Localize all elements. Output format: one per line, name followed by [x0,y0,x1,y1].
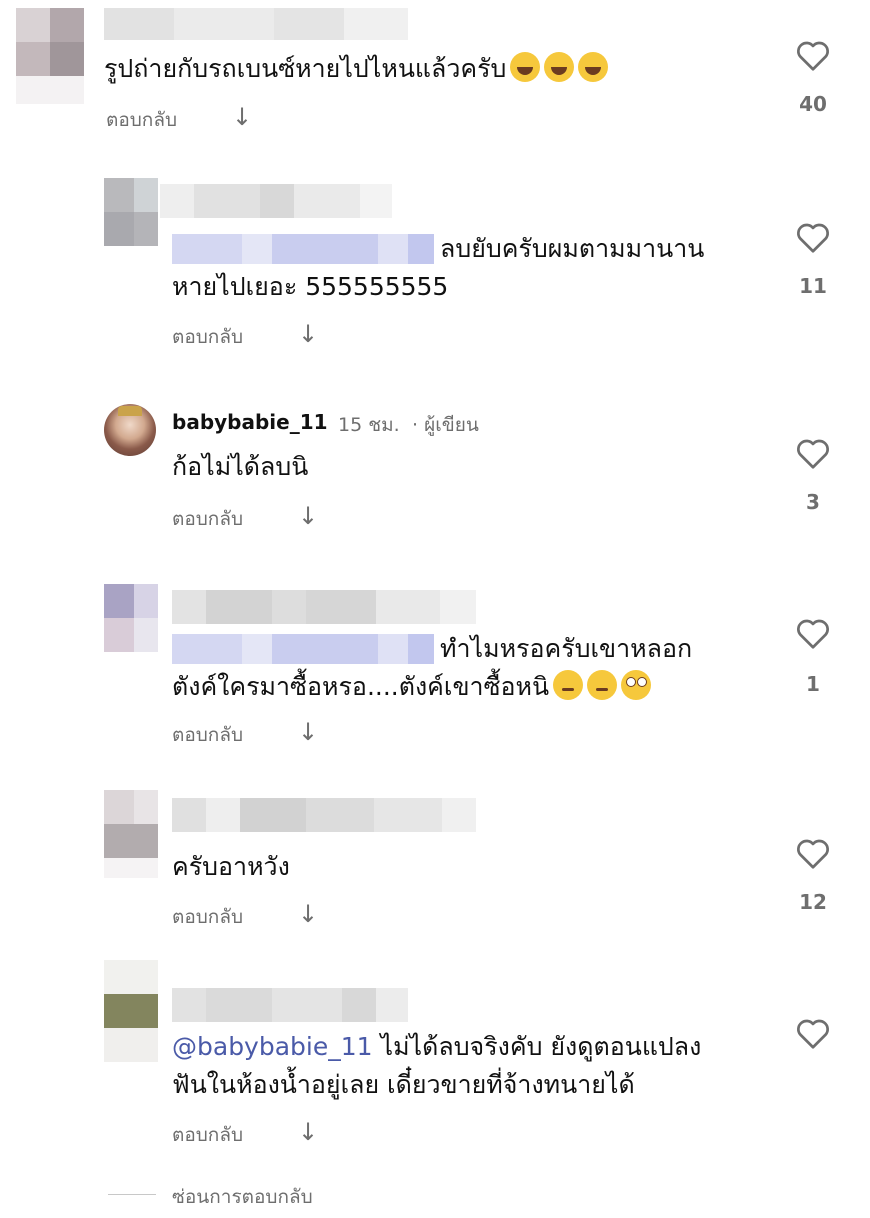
arrow-down-icon[interactable]: ↓ [298,1118,318,1146]
reply-button[interactable]: ตอบกลับ [172,1120,243,1150]
arrow-down-icon[interactable]: ↓ [298,900,318,928]
hide-replies-button[interactable]: ซ่อนการตอบกลับ [172,1182,313,1212]
reply-button[interactable]: ตอบกลับ [172,322,243,352]
comment-text: ก้อไม่ได้ลบนิ [172,452,309,481]
arrow-down-icon[interactable]: ↓ [298,718,318,746]
face-with-tears-of-joy-icon [578,52,609,82]
username[interactable]: babybabie_11 [172,410,328,434]
comment-text-line2: ตังค์ใครมาซื้อหรอ....ตังค์เขาซื้อหนิ [172,668,652,706]
mention-link[interactable]: @babybabie_11 [172,1032,373,1061]
comment-text: รูปถ่ายกับรถเบนซ์หายไปไหนแล้วครับ [104,50,609,88]
comment-text-line1: ลบยับครับผมตามมานาน [440,234,705,263]
comment-text: ครับอาหวัง [172,852,290,881]
comment-text-line2: หายไปเยอะ 555555555 [172,272,449,301]
divider-line [108,1194,156,1195]
heart-outline-icon[interactable] [795,436,831,470]
reply-button[interactable]: ตอบกลับ [172,902,243,932]
comment-text-line1: ทำไมหรอครับเขาหลอก [440,634,693,663]
arrow-down-icon[interactable]: ↓ [298,502,318,530]
heart-outline-icon[interactable] [795,836,831,870]
face-with-tears-of-joy-icon [544,52,575,82]
author-badge: · ผู้เขียน [412,414,479,436]
timestamp: 15 ชม. [338,414,400,436]
arrow-down-icon[interactable]: ↓ [232,103,252,131]
like-count: 1 [806,672,820,696]
like-count: 12 [799,890,827,914]
face-with-rolling-eyes-icon [621,670,652,700]
comment-text-line1: @babybabie_11 ไม่ได้ลบจริงคับ ยังดูตอนแป… [172,1032,702,1061]
heart-outline-icon[interactable] [795,616,831,650]
face-with-tears-of-joy-icon [510,52,541,82]
heart-outline-icon[interactable] [795,1016,831,1050]
thinking-face-icon [587,670,618,700]
like-count: 3 [806,490,820,514]
like-count: 40 [799,92,827,116]
reply-button[interactable]: ตอบกลับ [172,720,243,750]
like-count: 11 [799,274,827,298]
reply-button[interactable]: ตอบกลับ [172,504,243,534]
arrow-down-icon[interactable]: ↓ [298,320,318,348]
thinking-face-icon [553,670,584,700]
reply-button[interactable]: ตอบกลับ [106,105,177,135]
crown-icon [118,406,142,416]
comment-text-line2: ฟันในห้องน้ำอยู่เลย เดี๋ยวขายที่จ้างทนาย… [172,1070,635,1099]
heart-outline-icon[interactable] [795,220,831,254]
avatar[interactable] [104,404,156,456]
heart-outline-icon[interactable] [795,38,831,72]
